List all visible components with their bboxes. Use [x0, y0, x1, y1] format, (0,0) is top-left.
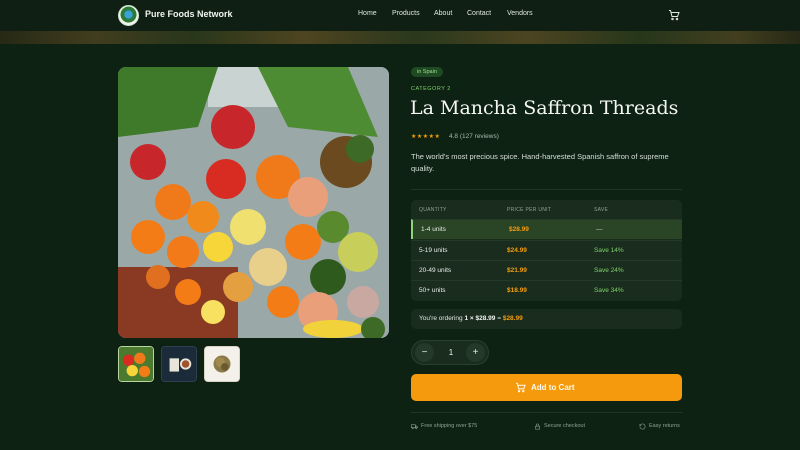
thumbnail-produce[interactable] [118, 346, 154, 382]
add-to-cart-button[interactable]: Add to Cart [411, 374, 682, 401]
order-summary: You're ordering 1 × $28.99 = $28.99 [411, 309, 682, 329]
saffron-threads-thumbnail [205, 347, 239, 381]
shopping-cart-icon[interactable] [668, 9, 680, 21]
rating-stars: ★★★★★ [411, 134, 441, 140]
increase-quantity-button[interactable]: + [466, 343, 485, 362]
return-icon [639, 423, 646, 430]
row-price: $18.99 [507, 287, 527, 294]
category-label: CATEGORY 2 [411, 86, 451, 92]
thumbnail-saffron[interactable] [204, 346, 240, 382]
lock-icon [535, 423, 540, 430]
table-row[interactable]: 20-49 units $21.99 Save 24% [411, 260, 682, 280]
nav-contact[interactable]: Contact [467, 10, 491, 17]
order-total: $28.99 [502, 315, 523, 322]
row-save: — [596, 226, 603, 233]
nav-products[interactable]: Products [392, 10, 420, 17]
rating-text[interactable]: 4.8 (127 reviews) [449, 133, 499, 140]
row-price: $24.99 [507, 247, 527, 254]
header-save: SAVE [594, 207, 609, 213]
row-price: $28.99 [509, 226, 529, 233]
divider [411, 412, 682, 413]
add-to-cart-label: Add to Cart [531, 383, 575, 392]
table-row[interactable]: 5-19 units $24.99 Save 14% [411, 240, 682, 260]
divider [411, 189, 682, 190]
bulk-pricing-table: QUANTITY PRICE PER UNIT SAVE 1-4 units $… [411, 200, 682, 301]
table-row[interactable]: 50+ units $18.99 Save 34% [411, 280, 682, 300]
row-save: Save 34% [594, 287, 624, 294]
fresh-produce-thumbnail [119, 347, 153, 381]
order-summary-text: You're ordering 1 × $28.99 = $28.99 [419, 315, 523, 322]
row-quantity: 5-19 units [419, 247, 448, 254]
nav-about[interactable]: About [434, 10, 452, 17]
nav-home[interactable]: Home [358, 10, 377, 17]
thumbnail-tea[interactable] [161, 346, 197, 382]
row-quantity: 20-49 units [419, 267, 452, 274]
header-price: PRICE PER UNIT [507, 207, 552, 213]
truck-icon [411, 424, 418, 430]
header-quantity: QUANTITY [419, 207, 447, 213]
table-row[interactable]: 1-4 units $28.99 — [411, 219, 682, 239]
row-quantity: 1-4 units [421, 226, 446, 233]
logo-icon[interactable] [118, 5, 139, 26]
row-quantity: 50+ units [419, 287, 446, 294]
row-save: Save 24% [594, 267, 624, 274]
product-description: The world's most precious spice. Hand-ha… [411, 152, 669, 173]
nav-vendors[interactable]: Vendors [507, 10, 533, 17]
decrease-quantity-button[interactable]: − [415, 343, 434, 362]
row-price: $21.99 [507, 267, 527, 274]
quantity-value[interactable]: 1 [445, 348, 457, 357]
shopping-cart-icon [515, 382, 526, 393]
product-main-image[interactable] [118, 67, 389, 338]
product-title: La Mancha Saffron Threads [410, 97, 679, 119]
row-save: Save 14% [594, 247, 624, 254]
table-header: QUANTITY PRICE PER UNIT SAVE [411, 200, 682, 219]
quantity-stepper: − 1 + [411, 340, 489, 365]
brand-name[interactable]: Pure Foods Network [145, 9, 233, 19]
origin-badge: in Spain [411, 67, 443, 77]
fresh-produce-photo [118, 67, 389, 338]
tea-cup-thumbnail [162, 347, 196, 381]
banner-strip [0, 31, 800, 44]
